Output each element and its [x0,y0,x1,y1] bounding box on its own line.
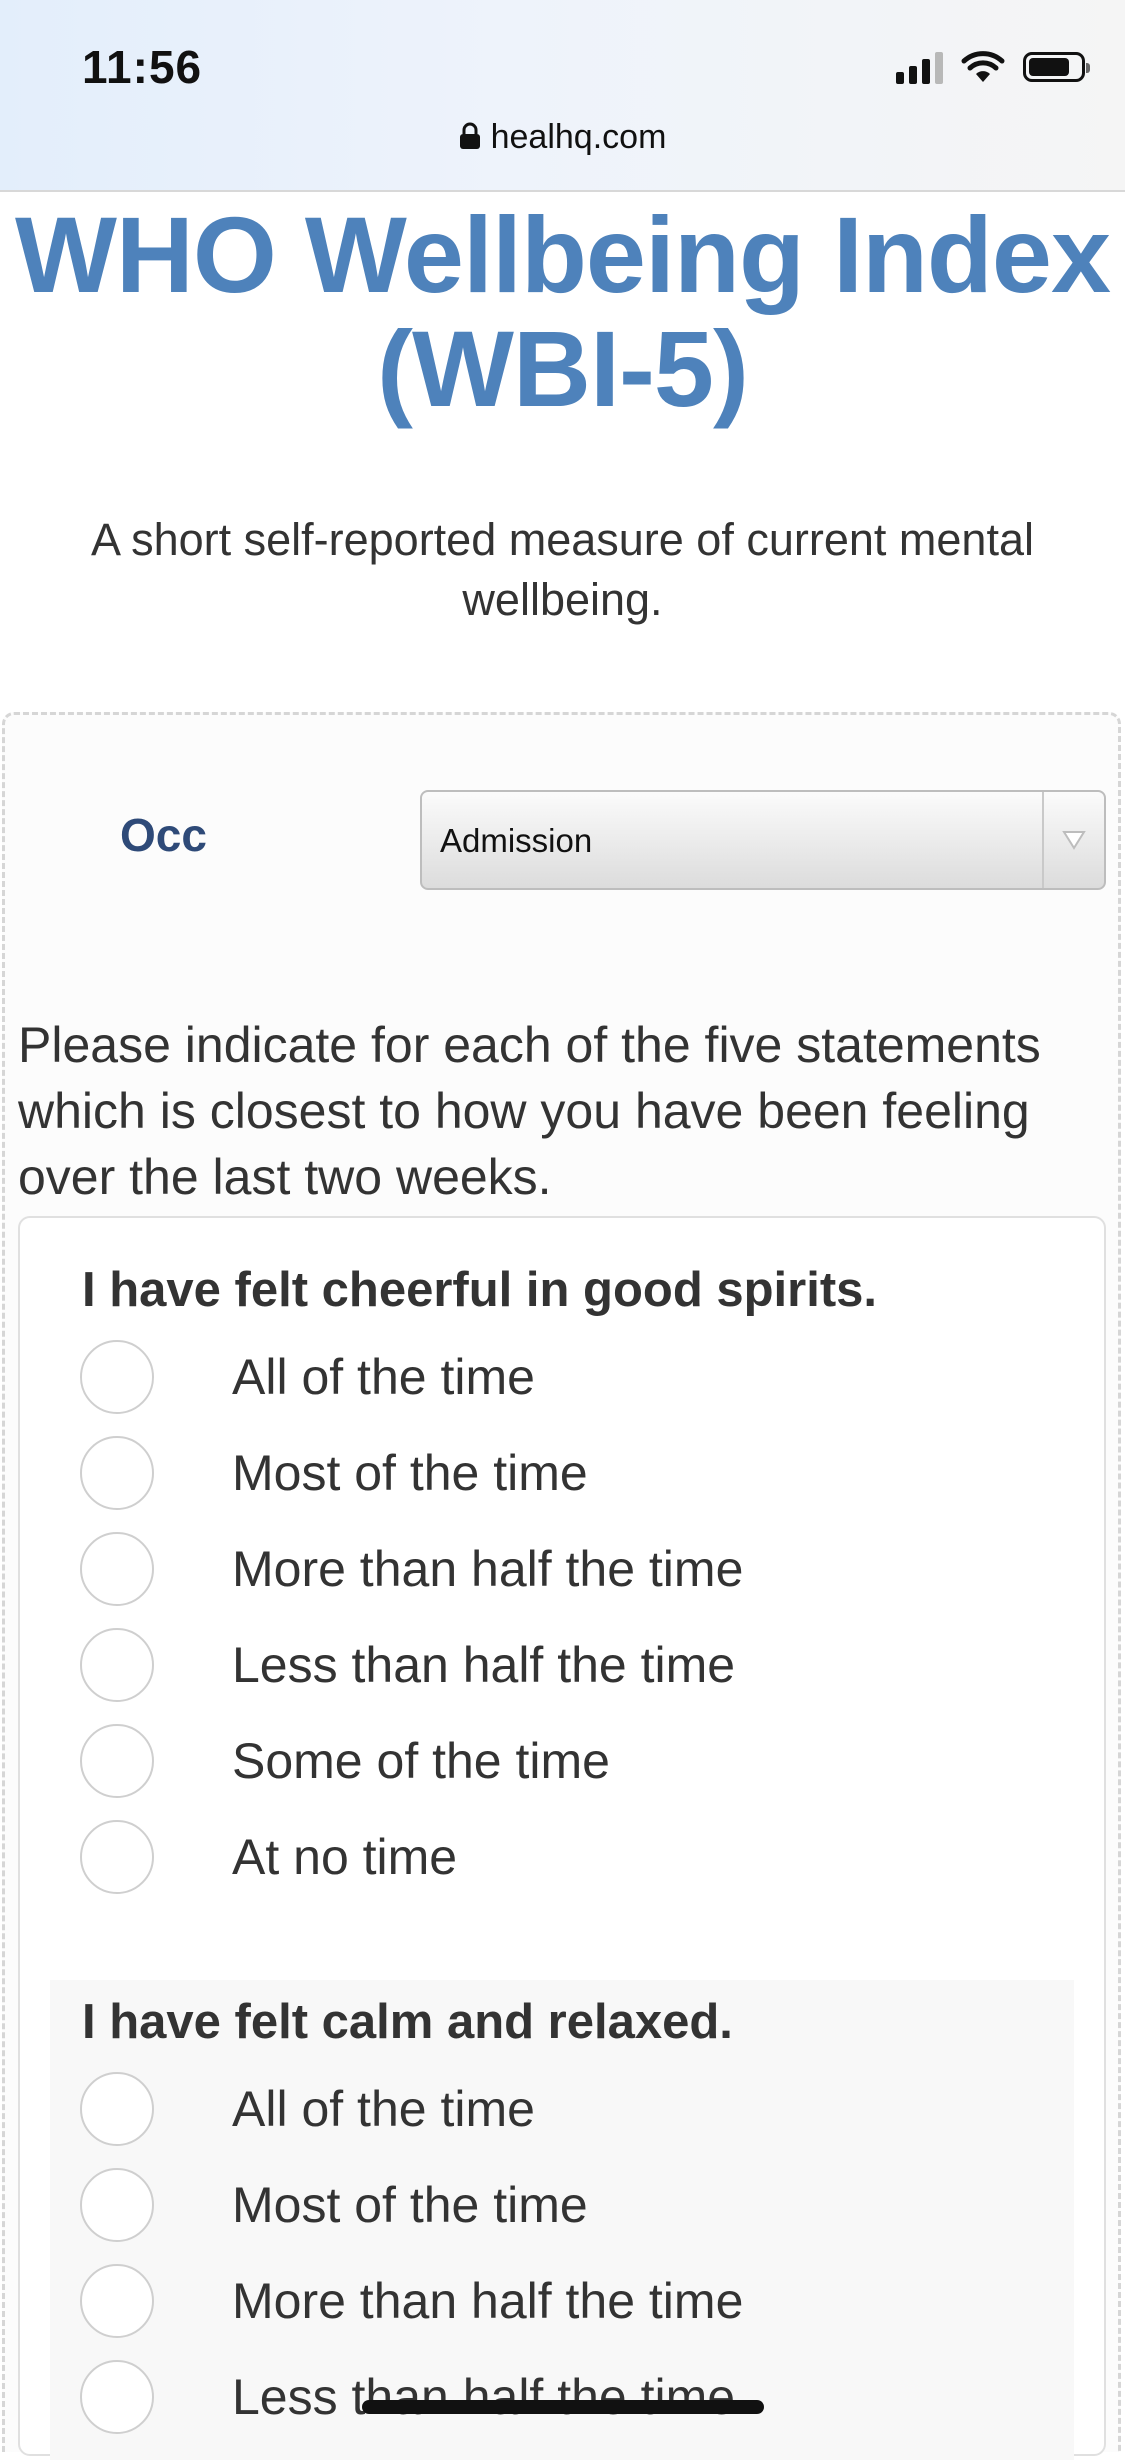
chevron-down-icon [1042,792,1104,888]
q1-option-all-of-the-time[interactable]: All of the time [80,1340,980,1430]
question-2-text: I have felt calm and relaxed. [82,1995,733,2049]
radio-button[interactable] [80,2168,154,2242]
occ-dropdown[interactable]: Admission [420,790,1106,890]
q1-option-more-than-half[interactable]: More than half the time [80,1532,980,1622]
option-label: All of the time [232,2081,535,2137]
status-time: 11:56 [82,41,203,93]
radio-button[interactable] [80,1532,154,1606]
option-label: More than half the time [232,2273,744,2329]
radio-button[interactable] [80,1724,154,1798]
option-label: Most of the time [232,2177,588,2233]
radio-button[interactable] [80,1436,154,1510]
radio-button[interactable] [80,1820,154,1894]
page-subtitle: A short self-reported measure of current… [91,514,1034,625]
question-1-text: I have felt cheerful in good spirits. [82,1263,878,1317]
status-bar: 11:56 healhq.com [0,0,1125,192]
home-indicator[interactable] [362,2400,764,2414]
q2-option-most-of-the-time[interactable]: Most of the time [80,2168,980,2258]
option-label: Less than half the time [232,2369,736,2425]
radio-button[interactable] [80,2264,154,2338]
occ-label: Occ [120,809,207,861]
wifi-icon [961,51,1005,82]
q1-option-most-of-the-time[interactable]: Most of the time [80,1436,980,1526]
radio-button[interactable] [80,2072,154,2146]
option-label: Some of the time [232,1733,610,1789]
signal-icon [896,50,943,84]
radio-button[interactable] [80,1340,154,1414]
battery-icon [1023,52,1090,82]
radio-button[interactable] [80,2360,154,2434]
q1-option-some-of-the-time[interactable]: Some of the time [80,1724,980,1814]
q1-option-at-no-time[interactable]: At no time [80,1820,980,1910]
q2-option-more-than-half[interactable]: More than half the time [80,2264,980,2354]
occ-selected-value: Admission [440,822,593,859]
option-label: More than half the time [232,1541,744,1597]
page-title: WHO Wellbeing Index (WBI-5) [14,194,1111,429]
status-icons [896,50,1090,84]
instructions-text: Please indicate for each of the five sta… [18,1017,1041,1205]
lock-icon [459,122,480,149]
url-text: healhq.com [490,118,667,156]
address-bar[interactable]: healhq.com [0,118,1125,157]
option-label: Less than half the time [232,1637,736,1693]
q1-option-less-than-half[interactable]: Less than half the time [80,1628,980,1718]
option-label: At no time [232,1829,458,1885]
option-label: All of the time [232,1349,535,1405]
q2-option-all-of-the-time[interactable]: All of the time [80,2072,980,2162]
option-label: Most of the time [232,1445,588,1501]
radio-button[interactable] [80,1628,154,1702]
